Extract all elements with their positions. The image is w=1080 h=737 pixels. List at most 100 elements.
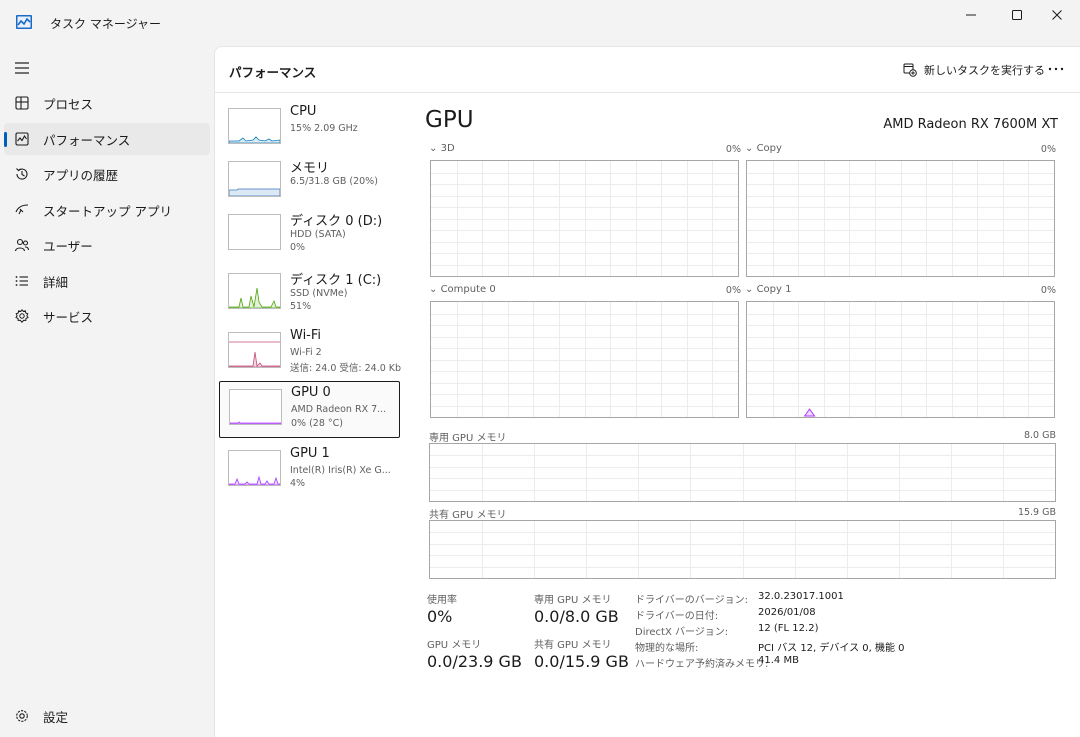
device-detail: 4% — [290, 478, 306, 489]
device-detail: 送信: 24.0 受信: 24.0 Kb — [290, 363, 402, 374]
engine-label: Compute 0 — [440, 284, 496, 295]
info-value-reserved-memory: 41.4 MB — [758, 655, 799, 666]
engine-selector-compute-0[interactable]: ⌄ Compute 0 — [429, 284, 496, 295]
engine-selector-3d[interactable]: ⌄ 3D — [429, 143, 455, 154]
device-item-disk-0[interactable]: ディスク 0 (D:) HDD (SATA) 0% — [219, 207, 400, 264]
performance-pane: パフォーマンス 新しいタスクを実行する CPU 15% 2.09 GHz メモリ… — [214, 46, 1080, 737]
chevron-down-icon: ⌄ — [745, 143, 754, 154]
details-icon — [15, 276, 28, 286]
device-detail: HDD (SATA) — [290, 229, 346, 240]
minimize-icon — [966, 14, 976, 16]
info-key-driver-version: ドライバーのバージョン: — [635, 595, 748, 606]
device-detail: SSD (NVMe) — [290, 288, 348, 299]
close-icon — [1052, 10, 1062, 20]
engine-graph-copy — [746, 160, 1055, 277]
minimize-button[interactable] — [948, 0, 994, 30]
dedicated-memory-label: 専用 GPU メモリ — [429, 433, 507, 444]
device-item-disk-1[interactable]: ディスク 1 (C:) SSD (NVMe) 51% — [219, 266, 400, 323]
sidebar-item-label: サービス — [43, 309, 94, 325]
info-key-reserved-memory: ハードウェア予約済みメモリ: — [635, 659, 769, 670]
device-detail: AMD Radeon RX 7... — [291, 404, 387, 415]
sidebar-item-details[interactable]: 詳細 — [4, 265, 210, 297]
engine-percent: 0% — [1040, 285, 1056, 296]
dedicated-memory-stat-value: 0.0/8.0 GB — [534, 607, 619, 626]
hamburger-icon[interactable] — [14, 60, 32, 76]
info-value-driver-version: 32.0.23017.1001 — [758, 591, 844, 602]
engine-graph-compute-0 — [430, 301, 739, 418]
engine-percent: 0% — [1040, 144, 1056, 155]
title-bar: タスク マネージャー — [0, 0, 1080, 46]
more-options-button[interactable] — [1045, 59, 1067, 79]
graph-grid — [430, 521, 1055, 578]
engine-selector-copy[interactable]: ⌄ Copy — [745, 143, 782, 154]
wifi-thumbnail-graph — [228, 332, 281, 368]
device-item-cpu[interactable]: CPU 15% 2.09 GHz — [219, 101, 400, 158]
device-detail: 0% — [290, 242, 306, 253]
gpu-memory-value: 0.0/23.9 GB — [427, 652, 522, 671]
run-task-icon — [903, 63, 917, 77]
run-task-label: 新しいタスクを実行する — [924, 64, 1045, 77]
shared-memory-label: 共有 GPU メモリ — [429, 510, 507, 521]
shared-memory-max: 15.9 GB — [1017, 507, 1056, 518]
device-item-memory[interactable]: メモリ 6.5/31.8 GB (20%) — [219, 154, 400, 211]
sidebar-item-startup-apps[interactable]: スタートアップ アプリ — [4, 194, 210, 226]
sidebar: プロセス パフォーマンス アプリの履歴 スタートアップ アプリ ユーザー 詳細 … — [0, 46, 214, 737]
shared-memory-graph — [429, 520, 1056, 579]
disk-1-thumbnail-graph — [228, 273, 281, 309]
sidebar-item-label: プロセス — [43, 96, 94, 112]
device-item-gpu-0[interactable]: GPU 0 AMD Radeon RX 7... 0% (28 °C) — [219, 381, 400, 438]
activity-spike — [803, 408, 816, 417]
engine-percent: 0% — [725, 144, 741, 155]
sidebar-item-processes[interactable]: プロセス — [4, 87, 210, 119]
detail-title: GPU — [425, 107, 474, 133]
window-title: タスク マネージャー — [50, 17, 161, 31]
device-name: CPU — [290, 104, 317, 119]
info-value-driver-date: 2026/01/08 — [758, 607, 816, 618]
engine-label: Copy — [756, 143, 782, 154]
graph-grid — [431, 161, 738, 276]
device-name: GPU 1 — [290, 446, 330, 461]
sidebar-item-label: パフォーマンス — [43, 132, 131, 148]
engine-label: Copy 1 — [756, 284, 792, 295]
sidebar-item-services[interactable]: サービス — [4, 300, 210, 332]
device-item-wifi[interactable]: Wi-Fi Wi-Fi 2 送信: 24.0 受信: 24.0 Kb — [219, 325, 402, 382]
shared-memory-stat-label: 共有 GPU メモリ — [534, 640, 612, 651]
graph-grid — [431, 302, 738, 417]
device-detail: 15% 2.09 GHz — [290, 123, 358, 134]
dedicated-memory-graph — [429, 443, 1056, 502]
sidebar-item-settings[interactable]: 設定 — [4, 700, 210, 732]
users-icon — [14, 238, 30, 252]
device-item-gpu-1[interactable]: GPU 1 Intel(R) Iris(R) Xe G... 4% — [219, 443, 400, 500]
maximize-icon — [1012, 10, 1022, 20]
device-detail: Wi-Fi 2 — [290, 347, 322, 358]
processes-icon — [15, 96, 29, 110]
sidebar-item-app-history[interactable]: アプリの履歴 — [4, 158, 210, 190]
history-icon — [16, 168, 28, 180]
engine-selector-copy-1[interactable]: ⌄ Copy 1 — [745, 284, 792, 295]
disk-0-thumbnail-graph — [228, 214, 281, 250]
gpu-1-thumbnail-graph — [228, 450, 281, 486]
dedicated-memory-max: 8.0 GB — [1023, 430, 1056, 441]
sidebar-item-label: ユーザー — [43, 238, 93, 254]
usage-label: 使用率 — [427, 595, 457, 606]
graph-grid — [747, 161, 1054, 276]
info-key-physical-location: 物理的な場所: — [635, 643, 699, 654]
engine-graph-3d — [430, 160, 739, 277]
sidebar-item-label: スタートアップ アプリ — [43, 203, 172, 219]
info-key-driver-date: ドライバーの日付: — [635, 611, 719, 622]
gpu-model-name: AMD Radeon RX 7600M XT — [883, 117, 1058, 132]
chevron-down-icon: ⌄ — [429, 143, 438, 154]
sidebar-item-label: アプリの履歴 — [43, 167, 119, 183]
info-value-physical-location: PCI バス 12, デバイス 0, 機能 0 — [758, 643, 905, 654]
device-detail: Intel(R) Iris(R) Xe G... — [290, 465, 391, 476]
chevron-down-icon: ⌄ — [429, 284, 438, 295]
cpu-thumbnail-graph — [228, 108, 281, 144]
sidebar-item-label: 設定 — [43, 709, 69, 725]
run-new-task-button[interactable]: 新しいタスクを実行する — [903, 61, 1045, 79]
close-button[interactable] — [1034, 0, 1080, 30]
sidebar-item-performance[interactable]: パフォーマンス — [4, 123, 210, 155]
services-icon — [15, 309, 29, 323]
sidebar-item-users[interactable]: ユーザー — [4, 229, 210, 261]
info-value-directx-version: 12 (FL 12.2) — [758, 623, 819, 634]
shared-memory-stat-value: 0.0/15.9 GB — [534, 652, 629, 671]
